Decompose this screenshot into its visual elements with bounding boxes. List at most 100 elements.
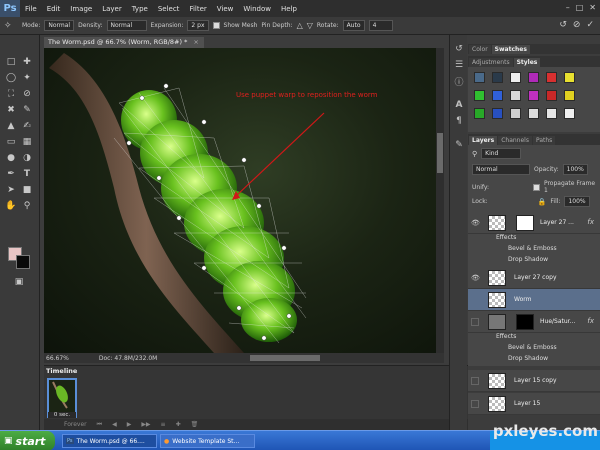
style-swatch[interactable] bbox=[528, 72, 539, 83]
rotate-degrees-input[interactable]: 4 bbox=[368, 20, 393, 31]
tab-swatches[interactable]: Swatches bbox=[491, 45, 530, 54]
mode-select[interactable]: Normal bbox=[44, 20, 75, 31]
marquee-tool-icon[interactable]: □ bbox=[4, 55, 18, 69]
history-brush-tool-icon[interactable]: ✍ bbox=[20, 119, 34, 133]
style-swatch[interactable] bbox=[474, 108, 485, 119]
style-swatch[interactable] bbox=[492, 108, 503, 119]
style-swatch[interactable] bbox=[528, 108, 539, 119]
zoom-level[interactable]: 66.67% bbox=[46, 355, 69, 362]
style-swatch[interactable] bbox=[510, 72, 521, 83]
style-swatch[interactable] bbox=[564, 108, 575, 119]
layer-fx-icon[interactable]: fx bbox=[587, 218, 594, 226]
move-tool-icon[interactable]: ✚ bbox=[20, 55, 34, 69]
menu-file[interactable]: File bbox=[20, 5, 42, 13]
layer-row-selected[interactable]: Worm bbox=[468, 289, 600, 311]
gradient-tool-icon[interactable]: ▦ bbox=[20, 135, 34, 149]
document-canvas[interactable]: Use puppet warp to reposition the worm bbox=[44, 48, 436, 353]
tab-color[interactable]: Color bbox=[469, 45, 491, 54]
propagate-checkbox[interactable] bbox=[533, 183, 540, 191]
layer-row[interactable]: Layer 15 copy bbox=[468, 370, 600, 392]
style-swatch[interactable] bbox=[528, 90, 539, 101]
visibility-off-icon[interactable] bbox=[471, 318, 479, 326]
type-tool-icon[interactable]: T bbox=[20, 167, 34, 181]
layer-row[interactable]: 👁 Layer 27 copy bbox=[468, 267, 600, 289]
first-frame-icon[interactable]: ⏮ bbox=[97, 421, 102, 429]
rotate-select[interactable]: Auto bbox=[342, 20, 365, 31]
layer-fx-icon[interactable]: fx bbox=[587, 317, 594, 325]
clone-stamp-tool-icon[interactable]: ▲ bbox=[4, 119, 18, 133]
vertical-scrollbar[interactable] bbox=[436, 48, 444, 353]
document-tab[interactable]: The Worm.psd @ 66.7% (Worm, RGB/8#) * × bbox=[44, 37, 204, 48]
tab-styles[interactable]: Styles bbox=[513, 58, 541, 67]
cancel-icon[interactable]: ⊘ bbox=[573, 20, 581, 30]
tween-icon[interactable]: ≡ bbox=[161, 421, 166, 428]
style-swatch[interactable] bbox=[474, 72, 485, 83]
style-swatch[interactable] bbox=[546, 108, 557, 119]
prev-frame-icon[interactable]: ◀ bbox=[112, 421, 117, 428]
menu-window[interactable]: Window bbox=[238, 5, 276, 13]
tab-channels[interactable]: Channels bbox=[498, 136, 532, 145]
style-swatch[interactable] bbox=[546, 90, 557, 101]
tab-layers[interactable]: Layers bbox=[469, 136, 498, 145]
background-color-swatch[interactable] bbox=[16, 255, 30, 269]
magic-wand-tool-icon[interactable]: ✦ bbox=[20, 71, 34, 85]
visibility-eye-icon[interactable]: 👁 bbox=[471, 274, 480, 282]
shape-tool-icon[interactable]: ■ bbox=[20, 183, 34, 197]
menu-select[interactable]: Select bbox=[153, 5, 185, 13]
pin-back-icon[interactable]: ▽ bbox=[307, 21, 313, 30]
start-button[interactable]: ▣ start bbox=[0, 431, 55, 450]
timeline-tab[interactable]: Timeline bbox=[46, 367, 77, 375]
puppet-warp-tool-icon[interactable]: ✧ bbox=[4, 21, 18, 31]
visibility-off-icon[interactable] bbox=[471, 400, 479, 408]
pin-front-icon[interactable]: △ bbox=[297, 21, 303, 30]
style-swatch[interactable] bbox=[492, 72, 503, 83]
loop-select[interactable]: Forever bbox=[64, 421, 87, 428]
crop-tool-icon[interactable]: ⛶ bbox=[4, 87, 18, 101]
minimize-icon[interactable]: – bbox=[566, 3, 570, 12]
effect-bevel[interactable]: Bevel & Emboss bbox=[468, 344, 600, 355]
properties-panel-icon[interactable]: ☰ bbox=[453, 59, 465, 71]
history-panel-icon[interactable]: ↺ bbox=[453, 43, 465, 55]
close-document-icon[interactable]: × bbox=[193, 38, 198, 46]
character-panel-icon[interactable]: A bbox=[453, 99, 465, 111]
layer-row[interactable]: Layer 15 bbox=[468, 393, 600, 415]
style-swatch[interactable] bbox=[564, 72, 575, 83]
menu-help[interactable]: Help bbox=[276, 5, 302, 13]
paragraph-panel-icon[interactable]: ¶ bbox=[453, 115, 465, 127]
layer-filter-kind[interactable]: Kind bbox=[481, 148, 522, 159]
layer-row[interactable]: 👁 Layer 27 ... fx bbox=[468, 212, 600, 234]
restore-icon[interactable]: □ bbox=[576, 3, 584, 12]
blend-mode-select[interactable]: Normal bbox=[472, 164, 530, 175]
menu-view[interactable]: View bbox=[212, 5, 239, 13]
density-select[interactable]: Normal bbox=[106, 20, 147, 31]
fill-input[interactable]: 100% bbox=[564, 196, 590, 207]
taskbar-item-photoshop[interactable]: Ps The Worm.psd @ 66.... bbox=[62, 434, 157, 448]
vertical-scroll-thumb[interactable] bbox=[437, 133, 443, 173]
style-swatch[interactable] bbox=[474, 90, 485, 101]
style-swatch[interactable] bbox=[492, 90, 503, 101]
horizontal-scroll-thumb[interactable] bbox=[250, 355, 320, 361]
style-swatch[interactable] bbox=[564, 90, 575, 101]
style-swatch[interactable] bbox=[546, 72, 557, 83]
effect-drop-shadow[interactable]: Drop Shadow bbox=[468, 256, 600, 267]
dodge-tool-icon[interactable]: ◑ bbox=[20, 151, 34, 165]
menu-edit[interactable]: Edit bbox=[42, 5, 66, 13]
path-selection-tool-icon[interactable]: ➤ bbox=[4, 183, 18, 197]
info-panel-icon[interactable]: ⓘ bbox=[453, 75, 465, 88]
quick-mask-icon[interactable]: ▣ bbox=[12, 275, 26, 289]
brush-tool-icon[interactable]: ✎ bbox=[20, 103, 34, 117]
visibility-eye-icon[interactable]: 👁 bbox=[471, 219, 480, 227]
menu-layer[interactable]: Layer bbox=[97, 5, 127, 13]
lasso-tool-icon[interactable]: ◯ bbox=[4, 71, 18, 85]
menu-image[interactable]: Image bbox=[65, 5, 97, 13]
style-swatch[interactable] bbox=[510, 90, 521, 101]
healing-brush-tool-icon[interactable]: ✖ bbox=[4, 103, 18, 117]
close-icon[interactable]: ✕ bbox=[589, 3, 596, 12]
layer-row[interactable]: Hue/Satur... fx bbox=[468, 311, 600, 333]
lock-icon[interactable]: 🔒 bbox=[538, 198, 547, 206]
expansion-input[interactable]: 2 px bbox=[187, 20, 209, 31]
hand-tool-icon[interactable]: ✋ bbox=[4, 199, 18, 213]
play-icon[interactable]: ▶ bbox=[127, 421, 132, 428]
style-swatch[interactable] bbox=[510, 108, 521, 119]
taskbar-item-browser[interactable]: ● Website Template St... bbox=[160, 434, 255, 448]
